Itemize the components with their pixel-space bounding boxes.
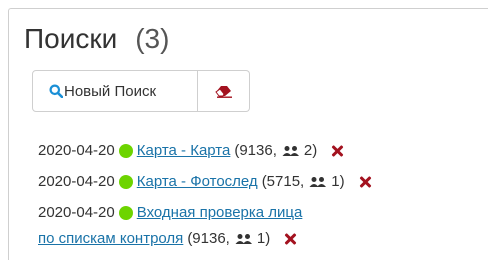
delete-icon[interactable] — [331, 145, 343, 157]
delete-icon[interactable] — [359, 176, 371, 188]
list-item-continuation: по спискам контроля (9136, 1) — [38, 230, 296, 247]
search-date: 2020-04-20 — [38, 142, 115, 159]
search-users-count: 2) — [303, 142, 318, 159]
search-icon — [49, 84, 63, 98]
status-dot-icon — [118, 174, 133, 189]
status-dot-icon — [118, 143, 133, 158]
search-open-count: (9136, — [234, 142, 277, 159]
page-title: Поиски (3) — [24, 22, 169, 56]
title-text: Поиски — [24, 23, 118, 54]
new-search-button[interactable]: Новый Поиск — [32, 70, 198, 112]
new-search-label: Новый Поиск — [64, 82, 157, 100]
search-link[interactable]: Карта - Фотослед — [137, 173, 258, 190]
search-open-count: (9136, — [187, 230, 230, 247]
list-item: 2020-04-20 Карта - Фотослед (5715, 1) — [38, 173, 371, 190]
toolbar: Новый Поиск — [32, 70, 250, 112]
list-item: 2020-04-20 Карта - Карта (9136, 2) — [38, 142, 343, 159]
clear-searches-button[interactable] — [198, 70, 250, 112]
search-users-count: 1) — [256, 230, 271, 247]
search-count: (3) — [135, 23, 170, 54]
eraser-icon — [214, 86, 232, 98]
search-link[interactable]: по спискам контроля — [38, 230, 183, 247]
search-date: 2020-04-20 — [38, 204, 115, 221]
users-icon — [309, 176, 327, 187]
delete-icon[interactable] — [284, 233, 296, 245]
search-link[interactable]: Входная проверка лица — [137, 204, 303, 221]
users-icon — [235, 233, 252, 244]
list-item: 2020-04-20 Входная проверка лица — [38, 204, 302, 221]
status-dot-icon — [118, 205, 133, 220]
search-users-count: 1) — [331, 173, 345, 190]
search-date: 2020-04-20 — [38, 173, 115, 190]
users-icon — [282, 145, 299, 156]
search-open-count: (5715, — [261, 173, 305, 190]
search-link[interactable]: Карта - Карта — [137, 142, 231, 159]
